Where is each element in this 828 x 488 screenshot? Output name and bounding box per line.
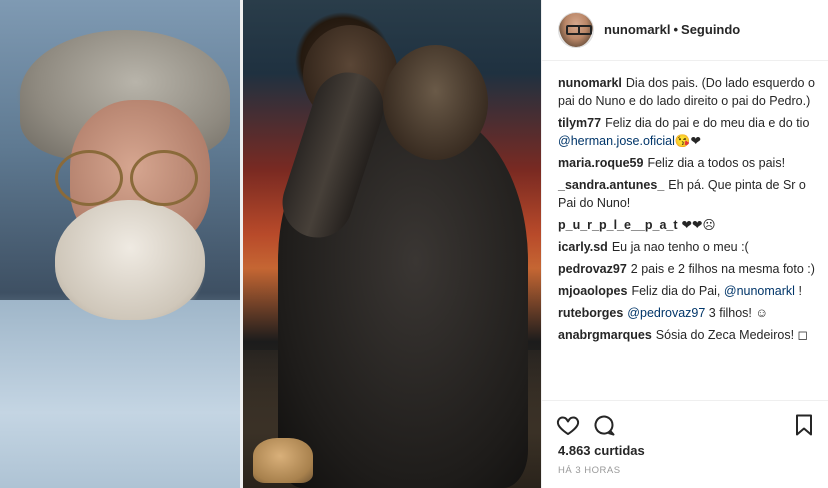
comment-user[interactable]: mjoaolopes (558, 284, 627, 298)
glasses-right-lens (130, 150, 198, 206)
instagram-post: nunomarkl • Seguindo nunomarkl Dia dos pais… (0, 0, 828, 488)
beard (55, 200, 205, 320)
comment-user[interactable]: icarly.sd (558, 240, 608, 254)
comment-item: mjoaolopes Feliz dia do Pai, @nunomarkl ! (558, 282, 820, 300)
post-header: nunomarkl • Seguindo (542, 0, 828, 61)
comment-user[interactable]: anabrgmarques (558, 328, 652, 342)
comment-user[interactable]: tilym77 (558, 116, 601, 130)
comment-mention[interactable]: @nunomarkl (724, 284, 795, 298)
photo-left-portrait (0, 0, 240, 488)
shoe (253, 438, 313, 483)
likes-count[interactable]: 4.863 curtidas (558, 443, 645, 458)
follow-status-button[interactable]: Seguindo (681, 22, 740, 37)
comment-user[interactable]: p_u_r_p_l_e__p_a_t (558, 218, 678, 232)
comment-item: p_u_r_p_l_e__p_a_t ❤❤☹ (558, 216, 820, 234)
caption: nunomarkl Dia dos pais. (Do lado esquerdo… (558, 74, 820, 110)
comment-mention[interactable]: @pedrovaz97 (627, 306, 705, 320)
comment-item: maria.roque59 Feliz dia a todos os pais! (558, 154, 820, 172)
heart-icon[interactable] (556, 413, 580, 437)
comment-text: ❤❤☹ (681, 218, 716, 232)
comment-text: Feliz dia a todos os pais! (647, 156, 786, 170)
father-head (383, 45, 488, 160)
glasses-left-lens (55, 150, 123, 206)
comment-item: ruteborges @pedrovaz97 3 filhos! ☺ (558, 304, 820, 322)
header-username-row: nunomarkl • Seguindo (604, 22, 740, 37)
comment-item: tilym77 Feliz dia do pai e do meu dia e d… (558, 114, 820, 150)
shirt (0, 300, 240, 488)
photo-right-father-son (243, 0, 541, 488)
post-timestamp[interactable]: HÁ 3 HORAS (558, 465, 621, 476)
comment-text: 2 pais e 2 filhos na mesma foto :) (630, 262, 815, 276)
header-username[interactable]: nunomarkl (604, 22, 670, 37)
bookmark-icon[interactable] (792, 413, 816, 437)
comment-suffix: ! (798, 284, 802, 298)
action-bar (542, 400, 828, 441)
comment-text: Feliz dia do Pai, (631, 284, 721, 298)
comment-user[interactable]: maria.roque59 (558, 156, 643, 170)
comment-item: anabrgmarques Sósia do Zeca Medeiros! ◻ (558, 326, 820, 344)
comment-icon[interactable] (592, 413, 616, 437)
avatar-glasses (578, 25, 592, 35)
comment-suffix: 😘❤ (674, 134, 701, 148)
comment-mention[interactable]: @herman.jose.oficial (558, 134, 675, 148)
comment-item: _sandra.antunes_ Eh pá. Que pinta de Sr o… (558, 176, 820, 212)
comment-user[interactable]: nunomarkl (558, 76, 622, 90)
avatar[interactable] (558, 12, 594, 48)
comments-list: nunomarkl Dia dos pais. (Do lado esquerdo… (558, 74, 820, 348)
comment-text: Eu ja nao tenho o meu :( (611, 240, 749, 254)
comment-item: pedrovaz97 2 pais e 2 filhos na mesma fot… (558, 260, 820, 278)
comment-text: Sósia do Zeca Medeiros! ◻ (655, 328, 808, 342)
post-photo[interactable] (0, 0, 541, 488)
header-separator: • (673, 22, 679, 37)
comment-suffix: 3 filhos! ☺ (708, 306, 769, 320)
comment-user[interactable]: _sandra.antunes_ (558, 178, 664, 192)
comment-item: icarly.sd Eu ja nao tenho o meu :( (558, 238, 820, 256)
comment-text: Feliz dia do pai e do meu dia e do tio (605, 116, 810, 130)
comment-user[interactable]: pedrovaz97 (558, 262, 627, 276)
comment-user[interactable]: ruteborges (558, 306, 623, 320)
post-side-panel: nunomarkl • Seguindo nunomarkl Dia dos pais… (541, 0, 828, 488)
